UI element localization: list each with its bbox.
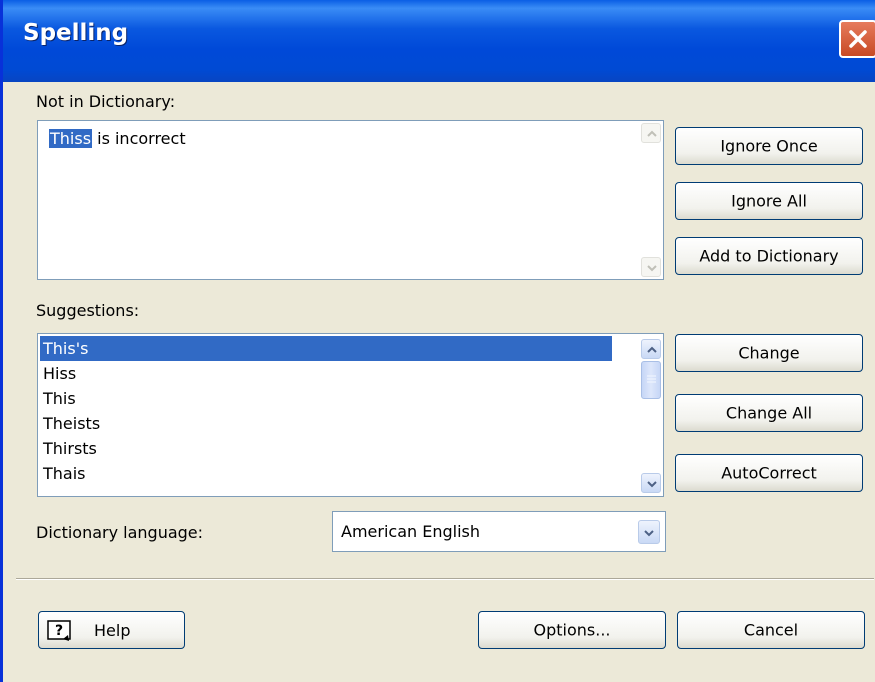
dictionary-language-select[interactable]: American English (332, 511, 666, 552)
chevron-down-icon (644, 530, 654, 537)
spelling-dialog: Spelling Not in Dictionary: Thiss is inc… (0, 0, 875, 682)
change-label: Change (738, 343, 800, 363)
misspelled-word: Thiss (49, 129, 93, 148)
help-icon: ? (47, 620, 71, 641)
add-to-dictionary-label: Add to Dictionary (699, 246, 839, 266)
suggestion-item[interactable]: Thirsts (40, 436, 612, 461)
suggestion-item[interactable]: Theists (40, 411, 612, 436)
not-in-dictionary-textbox[interactable]: Thiss is incorrect (37, 120, 664, 280)
chevron-down-icon (647, 265, 657, 272)
title-bar[interactable]: Spelling (3, 0, 875, 82)
dropdown-button[interactable] (638, 520, 660, 544)
help-button[interactable]: ? Help (38, 611, 185, 649)
change-all-label: Change All (725, 403, 813, 423)
help-label: Help (94, 621, 131, 640)
suggestion-item[interactable]: Thais (40, 461, 612, 486)
sentence-text: Thiss is incorrect (49, 129, 186, 148)
suggestions-scrollbar[interactable] (639, 334, 663, 496)
ignore-all-label: Ignore All (731, 191, 807, 211)
dictionary-language-label: Dictionary language: (36, 523, 204, 542)
change-button[interactable]: Change (675, 334, 863, 372)
scroll-down-button[interactable] (641, 257, 661, 277)
autocorrect-label: AutoCorrect (721, 463, 817, 483)
suggestion-item[interactable]: Hiss (40, 361, 612, 386)
change-all-button[interactable]: Change All (675, 394, 863, 432)
ignore-once-label: Ignore Once (720, 136, 818, 156)
cancel-label: Cancel (743, 620, 799, 640)
chevron-down-icon (647, 481, 657, 488)
scroll-up-button[interactable] (641, 123, 661, 143)
options-button[interactable]: Options... (478, 611, 666, 649)
not-in-dictionary-label: Not in Dictionary: (36, 92, 176, 111)
suggestions-scroll-down-button[interactable] (641, 473, 661, 493)
suggestions-list[interactable]: This's Hiss This Theists Thirsts Thais (37, 333, 664, 497)
close-button[interactable] (839, 20, 875, 58)
suggestion-item[interactable]: This (40, 386, 612, 411)
footer-divider (16, 578, 874, 580)
chevron-up-icon (647, 130, 657, 137)
suggestion-item[interactable]: This's (40, 336, 612, 361)
suggestions-label: Suggestions: (36, 301, 140, 320)
window-title: Spelling (23, 20, 129, 46)
autocorrect-button[interactable]: AutoCorrect (675, 454, 863, 492)
suggestions-scroll-thumb[interactable] (641, 361, 661, 399)
close-icon (849, 30, 867, 48)
ignore-all-button[interactable]: Ignore All (675, 182, 863, 220)
cancel-button[interactable]: Cancel (677, 611, 865, 649)
suggestions-scroll-up-button[interactable] (641, 339, 661, 359)
chevron-up-icon (647, 346, 657, 353)
add-to-dictionary-button[interactable]: Add to Dictionary (675, 237, 863, 275)
grip-icon (647, 375, 656, 383)
options-label: Options... (533, 620, 611, 640)
ignore-once-button[interactable]: Ignore Once (675, 127, 863, 165)
svg-text:?: ? (55, 623, 63, 639)
textbox-scrollbar[interactable] (639, 121, 663, 279)
dialog-body: Not in Dictionary: Thiss is incorrect Ig… (6, 82, 875, 682)
sentence-rest: is incorrect (92, 129, 186, 148)
dictionary-language-value: American English (341, 522, 480, 541)
